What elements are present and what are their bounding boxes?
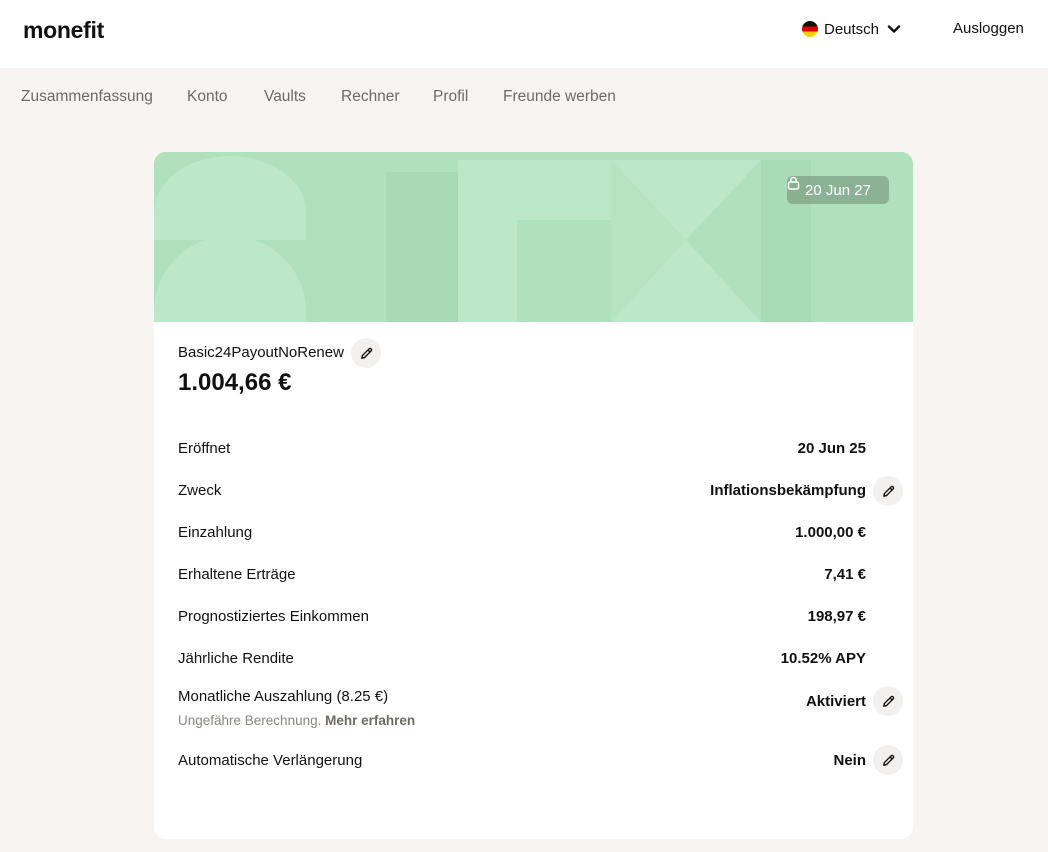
deposit-value: 1.000,00 € bbox=[795, 524, 866, 541]
monthly-payout-value: Aktiviert bbox=[805, 693, 866, 710]
projected-income-label: Prognostiziertes Einkommen bbox=[178, 608, 369, 625]
pencil-icon bbox=[882, 485, 894, 497]
top-header: monefit Deutsch Ausloggen bbox=[0, 0, 1048, 68]
language-selector[interactable]: Deutsch bbox=[802, 20, 901, 38]
auto-renewal-value: Nein bbox=[833, 752, 866, 769]
annual-yield-label: Jährliche Rendite bbox=[178, 650, 294, 667]
nav-item-freunde-werben[interactable]: Freunde werben bbox=[503, 88, 616, 106]
vault-banner: 20 Jun 27 bbox=[154, 152, 913, 322]
payout-note-text: Ungefähre Berechnung. bbox=[178, 713, 322, 728]
monefit-logo[interactable]: monefit bbox=[23, 17, 104, 44]
edit-purpose-button[interactable] bbox=[873, 476, 903, 506]
nav-item-konto[interactable]: Konto bbox=[187, 88, 228, 106]
annual-yield-value: 10.52% APY bbox=[780, 650, 866, 667]
vault-name: Basic24PayoutNoRenew bbox=[178, 344, 344, 361]
earnings-value: 7,41 € bbox=[824, 566, 866, 583]
edit-renewal-button[interactable] bbox=[873, 745, 903, 775]
main-nav: Zusammenfassung Konto Vaults Rechner Pro… bbox=[0, 88, 1048, 110]
auto-renewal-label: Automatische Verlängerung bbox=[178, 752, 363, 769]
nav-item-zusammenfassung[interactable]: Zusammenfassung bbox=[21, 88, 153, 106]
earnings-label: Erhaltene Erträge bbox=[178, 566, 296, 583]
projected-income-value: 198,97 € bbox=[807, 608, 866, 625]
chevron-down-icon bbox=[887, 25, 901, 33]
language-label: Deutsch bbox=[824, 20, 880, 38]
vault-card: 20 Jun 27 Basic24PayoutNoRenew 1.004,66 … bbox=[154, 152, 913, 839]
pencil-icon bbox=[882, 695, 894, 707]
nav-item-rechner[interactable]: Rechner bbox=[341, 88, 400, 106]
logout-link[interactable]: Ausloggen bbox=[953, 20, 1024, 37]
deposit-label: Einzahlung bbox=[178, 524, 253, 541]
german-flag-icon bbox=[802, 21, 818, 37]
learn-more-link[interactable]: Mehr erfahren bbox=[325, 713, 415, 728]
edit-payout-button[interactable] bbox=[873, 686, 903, 716]
payout-note: Ungefähre Berechnung. Mehr erfahren bbox=[178, 713, 415, 728]
lock-date-badge: 20 Jun 27 bbox=[787, 176, 889, 204]
lock-date: 20 Jun 27 bbox=[805, 181, 871, 199]
purpose-label: Zweck bbox=[178, 482, 222, 499]
opened-value: 20 Jun 25 bbox=[797, 440, 866, 457]
nav-item-vaults[interactable]: Vaults bbox=[264, 88, 306, 106]
purpose-value: Inflationsbekämpfung bbox=[710, 482, 866, 499]
monthly-payout-label: Monatliche Auszahlung (8.25 €) bbox=[178, 688, 389, 705]
nav-item-profil[interactable]: Profil bbox=[433, 88, 468, 106]
vault-balance: 1.004,66 € bbox=[178, 369, 292, 396]
opened-label: Eröffnet bbox=[178, 440, 231, 457]
edit-name-button[interactable] bbox=[351, 338, 381, 368]
lock-icon bbox=[787, 176, 800, 190]
pencil-icon bbox=[360, 347, 372, 359]
pencil-icon bbox=[882, 754, 894, 766]
